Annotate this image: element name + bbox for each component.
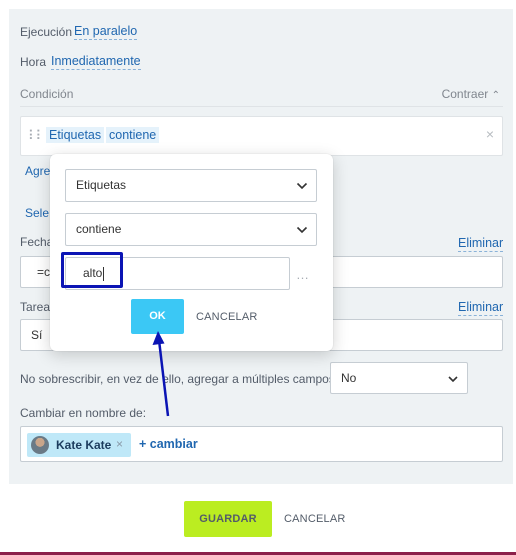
save-button[interactable]: GUARDAR	[184, 501, 272, 537]
close-icon[interactable]: ×	[486, 126, 494, 142]
drag-handle-icon[interactable]: ⠇⠇	[28, 128, 45, 144]
change-author-label: Cambiar en nombre de:	[20, 406, 147, 420]
chevron-down-icon	[296, 182, 308, 190]
remove-date-link[interactable]: Eliminar	[458, 236, 504, 252]
ok-button[interactable]: OK	[131, 299, 184, 334]
select-field-link[interactable]: Sele	[25, 206, 49, 220]
popup-cancel-button[interactable]: CANCELAR	[196, 311, 258, 323]
time-label: Hora	[20, 55, 47, 69]
annotation-highlight-box	[61, 252, 123, 288]
collapse-label: Contraer	[441, 87, 489, 101]
time-value-link[interactable]: Inmediatamente	[51, 54, 141, 70]
author-selector[interactable]: Kate Kate × + cambiar	[20, 426, 503, 462]
execution-label: Ejecución	[20, 25, 73, 39]
chevron-down-icon	[296, 226, 308, 234]
collapse-toggle[interactable]: Contraer ⌃	[442, 87, 500, 101]
section-divider	[20, 106, 503, 107]
overwrite-label: No sobrescribir, en vez de ello, agregar…	[20, 372, 339, 386]
person-name: Kate Kate	[56, 438, 112, 452]
remove-person-icon[interactable]: ×	[116, 437, 123, 451]
task-field-value: Sí	[31, 328, 43, 342]
add-change-link[interactable]: + cambiar	[139, 437, 198, 451]
overwrite-value: No	[341, 371, 357, 385]
condition-box[interactable]: ⠇⠇ Etiquetas contiene ×	[20, 116, 503, 156]
condition-operator-chip[interactable]: contiene	[106, 127, 160, 143]
operator-select-value: contiene	[76, 222, 122, 236]
field-select-value: Etiquetas	[76, 178, 127, 192]
execution-value-link[interactable]: En paralelo	[74, 24, 138, 40]
cancel-button[interactable]: CANCELAR	[284, 513, 346, 525]
task-field-label: Tarea	[20, 300, 51, 314]
date-field-value: =c	[37, 265, 51, 279]
avatar	[31, 436, 49, 454]
overwrite-select[interactable]: No	[330, 362, 468, 394]
operator-select[interactable]: contiene	[65, 213, 317, 246]
person-chip[interactable]: Kate Kate ×	[27, 433, 131, 457]
remove-task-link[interactable]: Eliminar	[458, 300, 504, 316]
chevron-up-icon: ⌃	[491, 90, 500, 101]
field-select[interactable]: Etiquetas	[65, 169, 317, 202]
condition-field-chip[interactable]: Etiquetas	[46, 127, 105, 143]
date-field-label: Fecha	[20, 235, 54, 249]
condition-label: Condición	[20, 87, 74, 101]
more-options-icon[interactable]: …	[296, 267, 310, 282]
add-condition-link[interactable]: Agre	[25, 164, 50, 178]
chevron-down-icon	[448, 376, 458, 383]
